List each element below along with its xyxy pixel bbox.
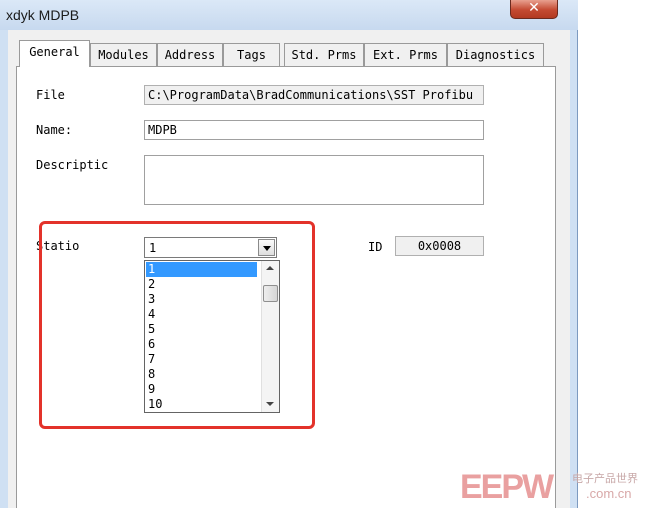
file-path-field: C:\ProgramData\BradCommunications\SST Pr… [144,85,484,105]
close-icon: ✕ [528,0,540,16]
station-selected-value: 1 [149,241,157,255]
station-option[interactable]: 3 [146,292,257,307]
eepw-watermark: EEPW 电子产品世界 .com.cn [460,466,652,508]
station-option[interactable]: 7 [146,352,257,367]
station-option[interactable]: 4 [146,307,257,322]
tab-label: Ext. Prms [372,48,439,62]
name-label: Name: [36,123,73,137]
title-bar[interactable]: xdyk MDPB ✕ [0,0,578,30]
id-label: ID [368,240,383,254]
description-label: Descriptic [36,158,109,172]
tab-ext-prms[interactable]: Ext. Prms [364,43,447,66]
station-option[interactable]: 6 [146,337,257,352]
tab-diagnostics[interactable]: Diagnostics [447,43,544,66]
chevron-down-icon[interactable] [258,239,275,256]
window-title: xdyk MDPB [6,7,80,23]
tab-label: Diagnostics [455,48,536,62]
file-label: File [36,88,65,102]
general-panel: File C:\ProgramData\BradCommunications\S… [16,66,556,508]
scroll-down-arrow-icon[interactable] [262,397,279,412]
station-option[interactable]: 2 [146,277,257,292]
close-button[interactable]: ✕ [510,0,558,19]
watermark-url: .com.cn [586,486,632,501]
tab-modules[interactable]: Modules [90,43,157,66]
station-option[interactable]: 10 [146,397,257,412]
scroll-up-arrow-icon[interactable] [262,261,279,276]
name-input[interactable]: MDPB [144,120,484,140]
tab-general[interactable]: General [19,40,90,67]
dialog-body: General Modules Address Tags Std. Prms E… [8,30,570,508]
watermark-tagline: 电子产品世界 [572,472,638,485]
tab-address[interactable]: Address [157,43,223,66]
dialog-window: xdyk MDPB ✕ General Modules Address Tags… [0,0,578,508]
station-option[interactable]: 8 [146,367,257,382]
station-label: Statio [36,239,80,253]
station-option[interactable]: 1 [146,262,257,277]
tab-label: Tags [237,48,266,62]
description-textarea[interactable] [144,155,484,205]
tab-label: General [29,45,80,59]
station-dropdown-list[interactable]: 1 2 3 4 5 6 7 8 9 10 [144,260,280,413]
scroll-thumb[interactable] [263,285,278,302]
station-option[interactable]: 5 [146,322,257,337]
tab-label: Std. Prms [291,48,357,62]
tab-label: Modules [98,48,149,62]
tab-tags[interactable]: Tags [223,43,280,66]
station-option[interactable]: 9 [146,382,257,397]
watermark-logo: EEPW [460,468,554,506]
station-combobox[interactable]: 1 [144,237,277,258]
tab-label: Address [164,48,216,62]
id-value-field: 0x0008 [395,236,484,256]
station-list-scrollbar[interactable] [261,261,279,412]
tab-std-prms[interactable]: Std. Prms [284,43,364,66]
